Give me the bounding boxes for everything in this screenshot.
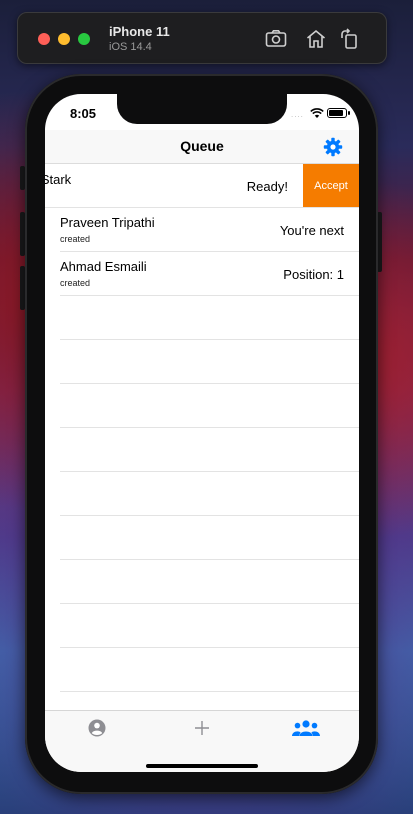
- empty-row-divider: [60, 647, 359, 648]
- notch: [117, 94, 287, 124]
- os-version: iOS 14.4: [109, 41, 152, 53]
- empty-row-divider: [60, 471, 359, 472]
- row-status: Position: 1: [283, 267, 344, 282]
- signal-icon: ....: [291, 110, 304, 119]
- home-icon[interactable]: [304, 27, 328, 51]
- gear-icon[interactable]: [323, 137, 343, 157]
- empty-row-divider: [60, 339, 359, 340]
- person-circle-icon[interactable]: [83, 717, 111, 739]
- accept-button[interactable]: Accept: [303, 164, 359, 208]
- rotate-icon[interactable]: [338, 27, 362, 51]
- row-subtitle: created: [60, 234, 91, 244]
- status-time: 8:05: [70, 106, 97, 121]
- people-icon[interactable]: [290, 717, 322, 739]
- row-divider: [60, 295, 359, 296]
- empty-row-divider: [60, 691, 359, 692]
- row-name: Praveen Tripathi: [60, 215, 155, 230]
- minimize-window-button[interactable]: [58, 33, 70, 45]
- plus-icon[interactable]: [188, 717, 216, 739]
- empty-row-divider: [60, 427, 359, 428]
- tab-bar: [45, 710, 359, 772]
- row-status: Ready!: [246, 179, 288, 194]
- empty-row-divider: [60, 383, 359, 384]
- navigation-bar: Queue: [45, 130, 359, 164]
- page-title: Queue: [180, 138, 224, 154]
- row-name: Ahmad Esmaili: [60, 259, 147, 274]
- empty-row-divider: [60, 603, 359, 604]
- table-row[interactable]: Ahmad Esmaili created Position: 1: [45, 252, 359, 296]
- empty-row-divider: [60, 559, 359, 560]
- device-name: iPhone 11: [109, 24, 170, 39]
- row-name: e Stark: [45, 172, 72, 187]
- zoom-window-button[interactable]: [78, 33, 90, 45]
- screenshot-icon[interactable]: [264, 27, 288, 51]
- queue-list: e Stark Ready! Accept Praveen Tripathi c…: [45, 164, 359, 704]
- table-row[interactable]: e Stark Ready! Accept: [45, 164, 359, 208]
- home-indicator[interactable]: [146, 764, 258, 768]
- table-row[interactable]: Praveen Tripathi created You're next: [45, 208, 359, 252]
- row-subtitle: created: [60, 278, 91, 288]
- simulator-toolbar: iPhone 11 iOS 14.4: [17, 12, 387, 64]
- phone-screen: 8:05 .... Queue Stark Ready! Accept Prav…: [45, 94, 359, 772]
- wifi-icon: [310, 106, 324, 118]
- empty-row-divider: [60, 515, 359, 516]
- battery-icon: [327, 108, 350, 118]
- row-status: You're next: [279, 223, 344, 238]
- close-window-button[interactable]: [38, 33, 50, 45]
